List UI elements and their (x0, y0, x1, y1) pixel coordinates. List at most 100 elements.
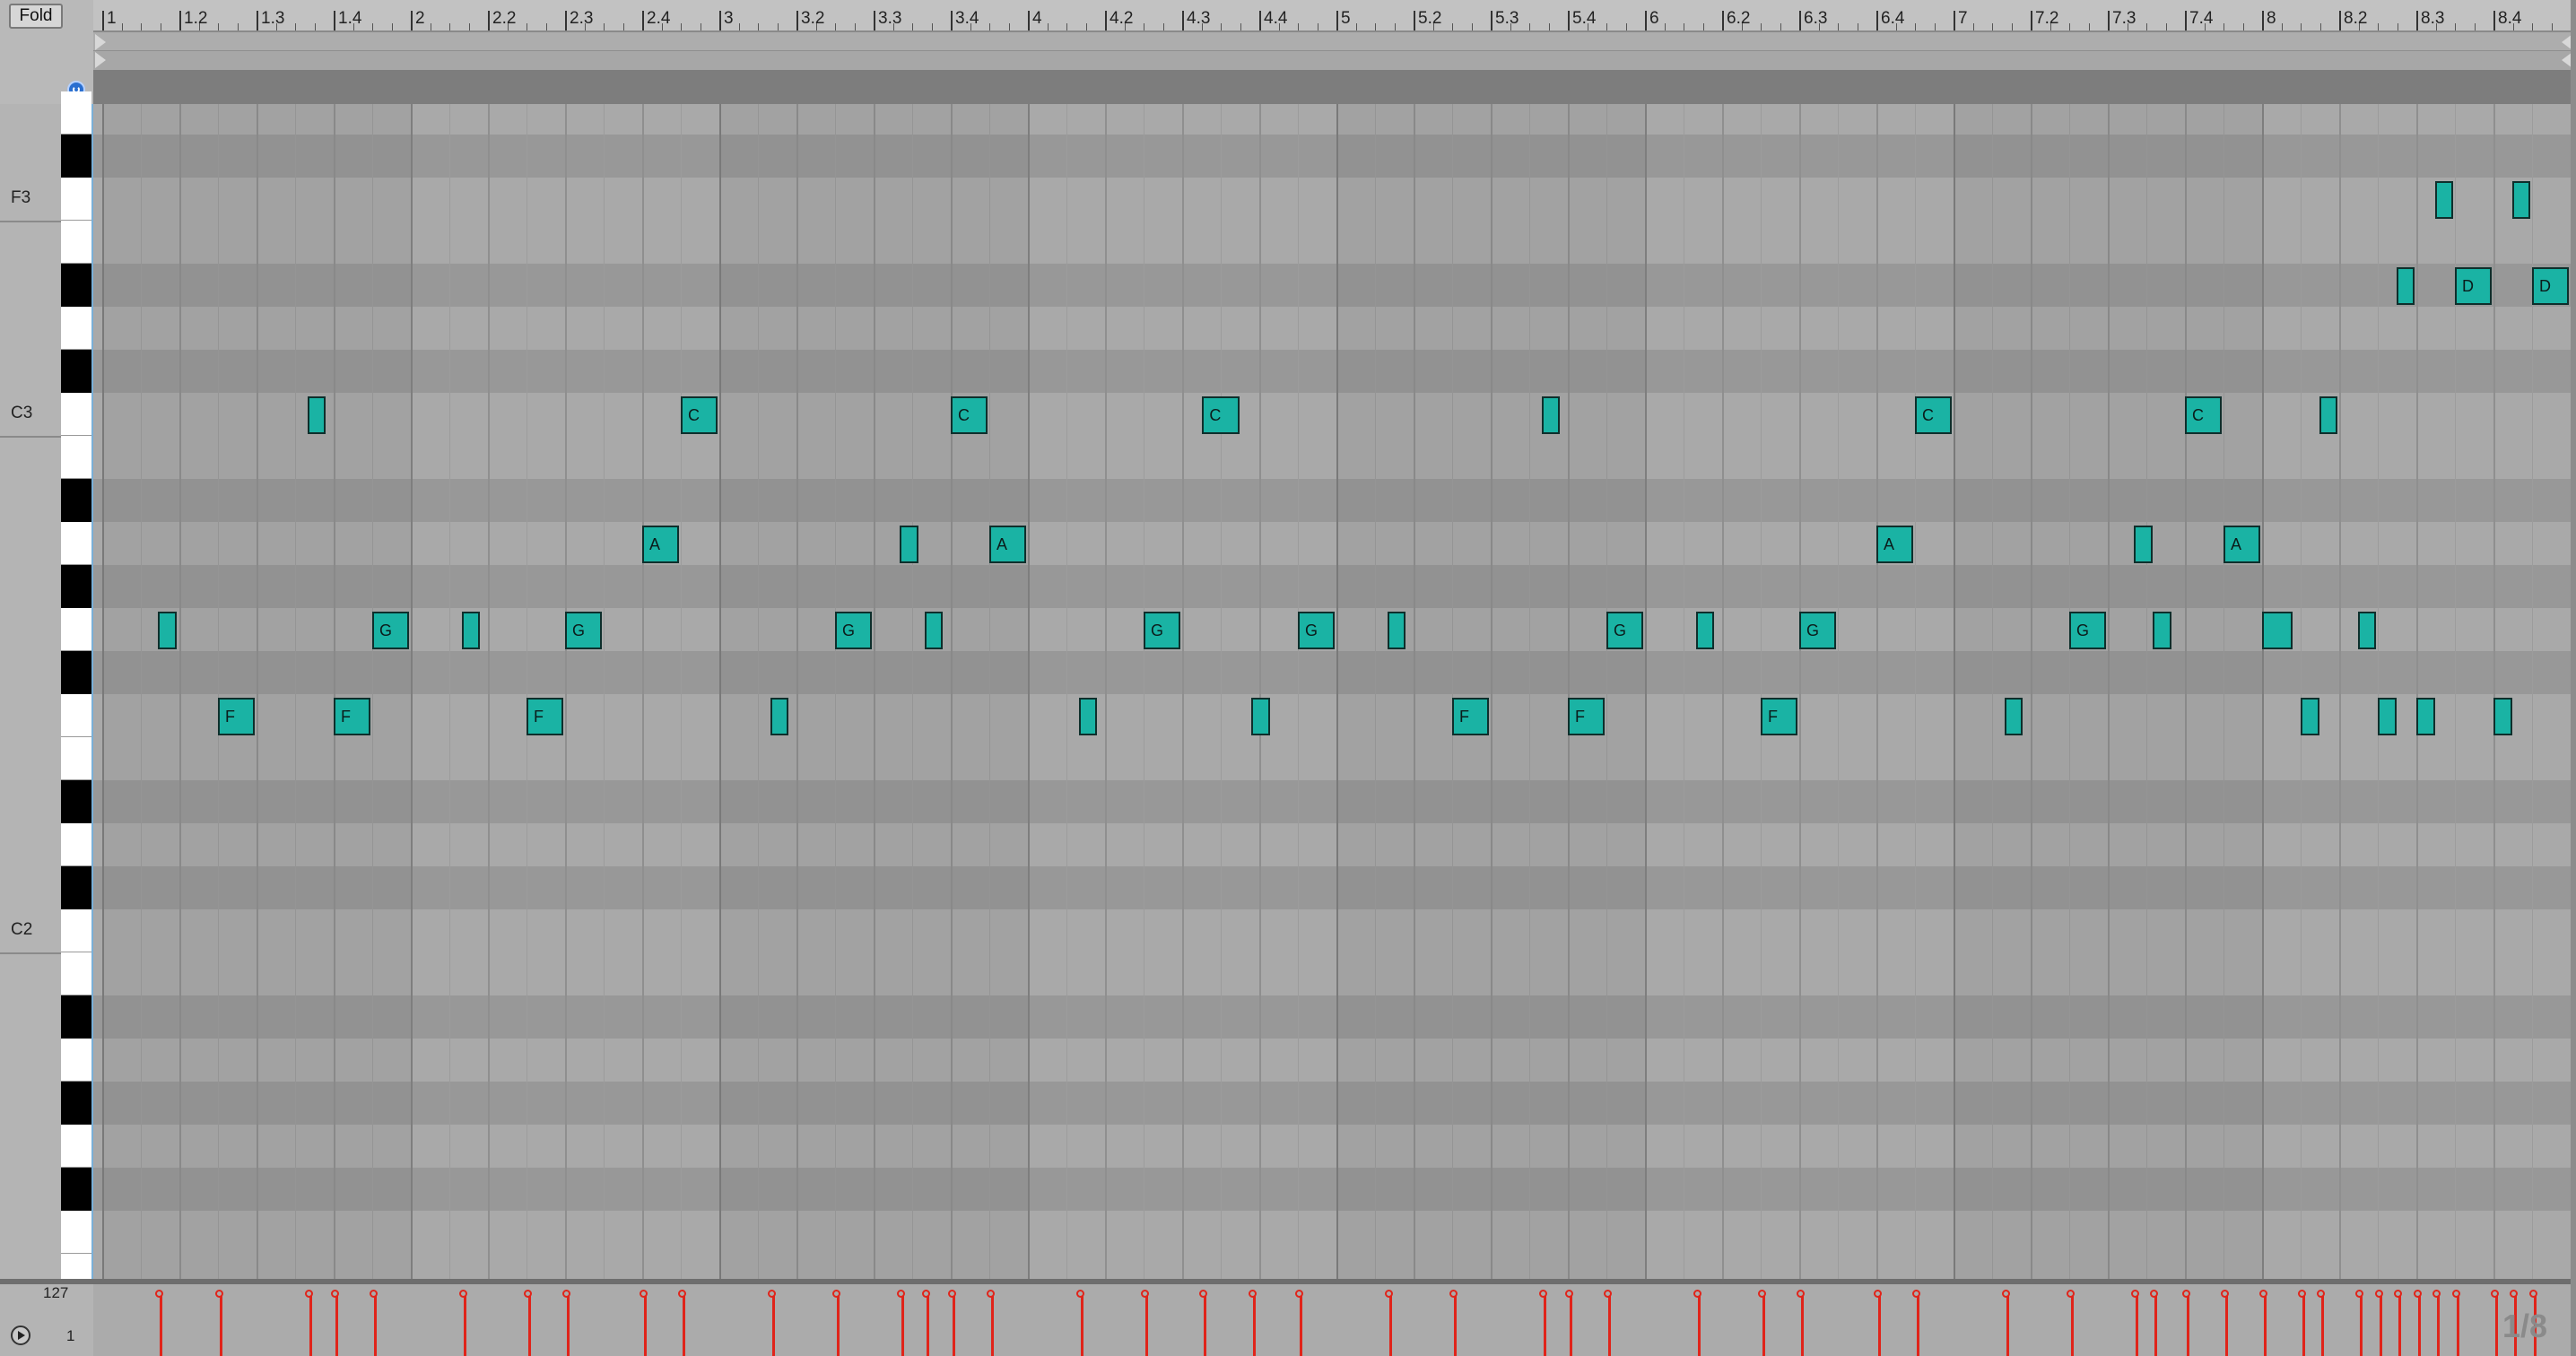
velocity-stem[interactable] (1693, 1290, 1701, 1356)
midi-note[interactable]: F (527, 698, 564, 735)
midi-note[interactable] (2134, 526, 2153, 563)
velocity-stem[interactable] (1874, 1290, 1882, 1356)
midi-note[interactable]: D (2532, 267, 2570, 305)
velocity-lane[interactable] (93, 1284, 2571, 1356)
white-key[interactable] (61, 178, 91, 221)
note-grid[interactable]: F F G F G A C G C A G C G F F G F G A C G C A D D (93, 104, 2571, 1279)
midi-note[interactable] (2434, 181, 2454, 219)
velocity-stem[interactable] (2316, 1290, 2325, 1356)
velocity-stem[interactable] (2354, 1290, 2363, 1356)
midi-note[interactable] (1695, 612, 1715, 649)
black-key[interactable] (61, 780, 91, 823)
midi-note[interactable] (924, 612, 944, 649)
black-key[interactable] (61, 1168, 91, 1211)
midi-note[interactable]: C (1915, 396, 1953, 434)
velocity-stem[interactable] (1565, 1290, 1573, 1356)
black-key[interactable] (61, 264, 91, 307)
velocity-stem[interactable] (2067, 1290, 2075, 1356)
velocity-stem[interactable] (2259, 1290, 2267, 1356)
midi-note[interactable]: G (1799, 612, 1837, 649)
velocity-stem[interactable] (2393, 1290, 2402, 1356)
velocity-stem[interactable] (2298, 1290, 2306, 1356)
velocity-stem[interactable] (458, 1290, 467, 1356)
midi-note[interactable]: A (989, 526, 1027, 563)
clip-region-strip[interactable] (93, 70, 2571, 105)
white-key[interactable] (61, 221, 91, 264)
white-key[interactable] (61, 393, 91, 436)
white-key[interactable] (61, 909, 91, 952)
velocity-stem[interactable] (370, 1290, 378, 1356)
white-key[interactable] (61, 91, 91, 135)
black-key[interactable] (61, 1082, 91, 1125)
midi-note[interactable]: G (835, 612, 873, 649)
black-key[interactable] (61, 565, 91, 608)
velocity-stem[interactable] (2432, 1290, 2441, 1356)
velocity-stem[interactable] (154, 1290, 163, 1356)
velocity-stem[interactable] (2149, 1290, 2158, 1356)
midi-note[interactable]: A (1876, 526, 1914, 563)
midi-note[interactable]: G (372, 612, 410, 649)
midi-note[interactable] (1251, 698, 1271, 735)
midi-note[interactable] (2152, 612, 2171, 649)
midi-note[interactable]: A (2224, 526, 2261, 563)
loop-start-marker-icon[interactable] (95, 52, 106, 68)
velocity-stem[interactable] (2452, 1290, 2460, 1356)
white-key[interactable] (61, 608, 91, 651)
velocity-stem[interactable] (1075, 1290, 1084, 1356)
midi-note[interactable] (2378, 698, 2397, 735)
midi-note[interactable] (2357, 612, 2377, 649)
midi-note[interactable] (2416, 698, 2435, 735)
black-key[interactable] (61, 350, 91, 393)
midi-note[interactable] (2493, 698, 2512, 735)
black-key[interactable] (61, 995, 91, 1039)
black-key[interactable] (61, 866, 91, 909)
midi-note[interactable]: F (1568, 698, 1606, 735)
black-key[interactable] (61, 479, 91, 522)
velocity-stem[interactable] (524, 1290, 532, 1356)
midi-note[interactable] (2396, 267, 2415, 305)
midi-note[interactable]: G (1606, 612, 1644, 649)
midi-note[interactable] (2319, 396, 2338, 434)
black-key[interactable] (61, 135, 91, 178)
midi-note[interactable]: C (1202, 396, 1240, 434)
loop-brace-strip[interactable] (93, 32, 2572, 71)
white-key[interactable] (61, 1125, 91, 1168)
velocity-stem[interactable] (2182, 1290, 2190, 1356)
velocity-stem[interactable] (921, 1290, 930, 1356)
white-key[interactable] (61, 1211, 91, 1254)
midi-note[interactable] (307, 396, 326, 434)
velocity-stem[interactable] (1912, 1290, 1920, 1356)
velocity-stem[interactable] (897, 1290, 906, 1356)
midi-note[interactable] (2004, 698, 2023, 735)
midi-note[interactable] (1078, 698, 1098, 735)
velocity-stem[interactable] (2001, 1290, 2010, 1356)
velocity-stem[interactable] (767, 1290, 776, 1356)
velocity-stem[interactable] (640, 1290, 648, 1356)
velocity-stem[interactable] (832, 1290, 840, 1356)
midi-note[interactable]: F (1761, 698, 1798, 735)
velocity-stem[interactable] (1249, 1290, 1258, 1356)
midi-note[interactable] (157, 612, 177, 649)
velocity-stem[interactable] (2131, 1290, 2140, 1356)
white-key[interactable] (61, 694, 91, 737)
white-key[interactable] (61, 1039, 91, 1082)
midi-note[interactable]: F (334, 698, 371, 735)
loop-start-marker-icon[interactable] (95, 34, 106, 50)
midi-note[interactable] (2262, 612, 2293, 649)
velocity-expand-icon[interactable] (11, 1326, 30, 1345)
midi-note[interactable]: C (681, 396, 718, 434)
velocity-stem[interactable] (1797, 1290, 1805, 1356)
midi-note[interactable] (461, 612, 481, 649)
midi-note[interactable]: G (1144, 612, 1181, 649)
velocity-stem[interactable] (678, 1290, 686, 1356)
velocity-stem[interactable] (2491, 1290, 2499, 1356)
loop-brace-row[interactable] (93, 32, 2571, 51)
velocity-stem[interactable] (1384, 1290, 1393, 1356)
velocity-stem[interactable] (2375, 1290, 2383, 1356)
midi-note[interactable]: D (2455, 267, 2493, 305)
midi-note[interactable]: F (1452, 698, 1490, 735)
fold-button[interactable]: Fold (9, 4, 63, 29)
midi-note[interactable]: A (642, 526, 680, 563)
velocity-stem[interactable] (1199, 1290, 1208, 1356)
midi-note[interactable]: F (218, 698, 256, 735)
